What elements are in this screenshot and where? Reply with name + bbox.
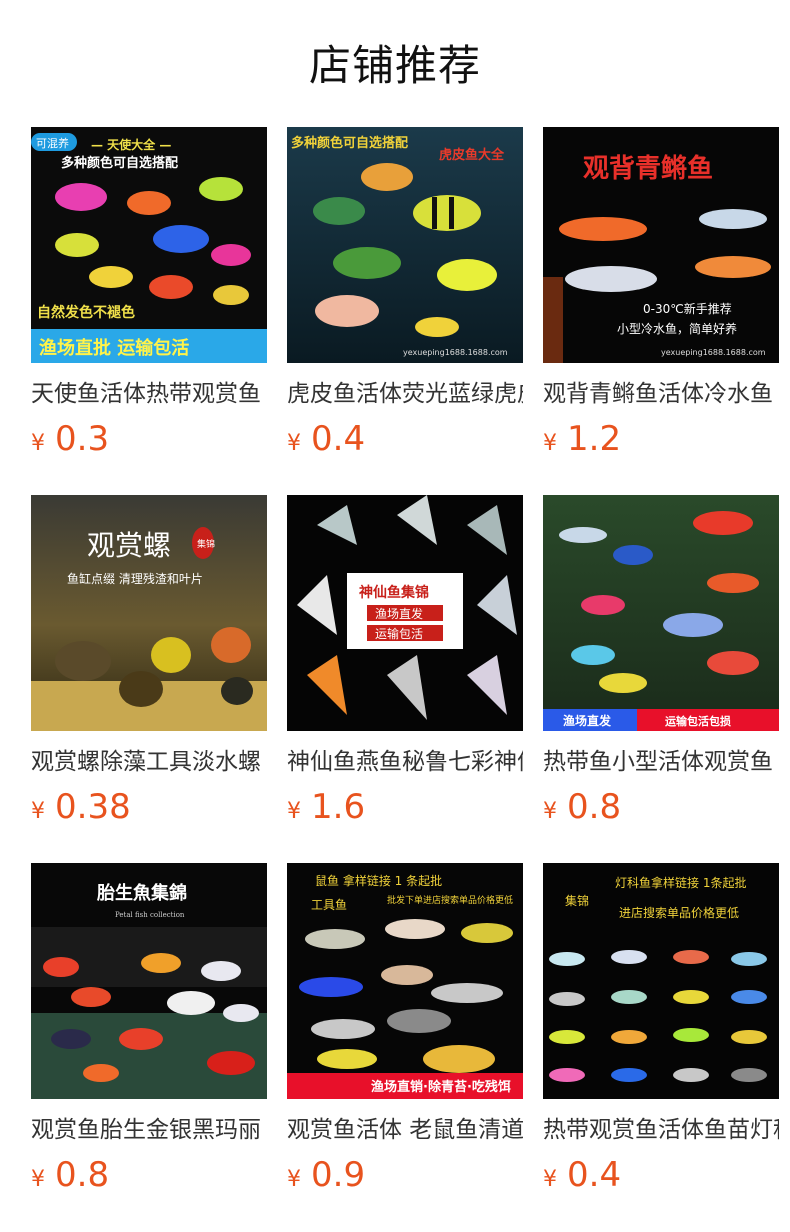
price-value: 0.9 <box>311 1155 366 1195</box>
currency-symbol: ¥ <box>287 1167 301 1192</box>
product-card[interactable]: 胎生魚集錦 Petal fish collection 观赏鱼胎生金银黑玛丽 ¥… <box>31 863 267 1231</box>
product-name[interactable]: 观赏螺除藻工具淡水螺 <box>31 745 267 779</box>
product-price: ¥1.2 <box>543 417 779 461</box>
svg-text:yexueping1688.1688.com: yexueping1688.1688.com <box>661 348 766 357</box>
product-image-graphic: 观背青鳉鱼 0-30℃新手推荐 小型冷水鱼，简单好养 yexueping1688… <box>543 127 779 363</box>
svg-text:神仙鱼集锦: 神仙鱼集锦 <box>359 584 429 601</box>
currency-symbol: ¥ <box>543 799 557 824</box>
svg-text:集锦: 集锦 <box>565 893 589 908</box>
product-image[interactable]: 渔场直发 运输包活包损 <box>543 495 779 731</box>
product-card[interactable]: 神仙鱼集锦 渔场直发 运输包活 神仙鱼燕鱼秘鲁七彩神仙 ¥1.6 <box>287 495 523 863</box>
product-price: ¥0.8 <box>543 785 779 829</box>
product-image-graphic: 神仙鱼集锦 渔场直发 运输包活 <box>287 495 523 731</box>
product-name[interactable]: 热带观赏鱼活体鱼苗灯科 <box>543 1113 779 1147</box>
price-value: 1.6 <box>311 787 366 827</box>
price-value: 0.3 <box>55 419 110 459</box>
svg-text:集锦: 集锦 <box>197 538 215 550</box>
product-name[interactable]: 观背青鳉鱼活体冷水鱼 <box>543 377 779 411</box>
price-value: 0.8 <box>567 787 622 827</box>
product-card[interactable]: 可混养 — 天使大全 — 多种颜色可自选搭配 自然发色不褪色 渔场直批 运输包活 <box>31 127 267 495</box>
svg-text:yexueping1688.1688.com: yexueping1688.1688.com <box>403 348 508 357</box>
product-card[interactable]: 观背青鳉鱼 0-30℃新手推荐 小型冷水鱼，简单好养 yexueping1688… <box>543 127 779 495</box>
product-card[interactable]: 灯科鱼拿样链接 1条起批 集锦 进店搜索单品价格更低 热带观赏鱼活体鱼苗灯科 ¥… <box>543 863 779 1231</box>
price-value: 1.2 <box>567 419 622 459</box>
product-image-graphic: 鼠鱼 拿样链接 1 条起批 批发下单进店搜索单品价格更低 工具鱼 渔场直销·除青… <box>287 863 523 1099</box>
svg-text:进店搜索单品价格更低: 进店搜索单品价格更低 <box>619 905 739 920</box>
svg-text:胎生魚集錦: 胎生魚集錦 <box>97 882 187 904</box>
price-value: 0.8 <box>55 1155 110 1195</box>
svg-text:批发下单进店搜索单品价格更低: 批发下单进店搜索单品价格更低 <box>387 894 513 906</box>
svg-text:观背青鳉鱼: 观背青鳉鱼 <box>583 153 713 184</box>
svg-text:小型冷水鱼，简单好养: 小型冷水鱼，简单好养 <box>617 321 737 336</box>
price-value: 0.4 <box>311 419 366 459</box>
product-image[interactable]: 灯科鱼拿样链接 1条起批 集锦 进店搜索单品价格更低 <box>543 863 779 1099</box>
svg-text:运输包活包损: 运输包活包损 <box>665 714 731 728</box>
product-name[interactable]: 观赏鱼胎生金银黑玛丽 <box>31 1113 267 1147</box>
page-title: 店铺推荐 <box>308 41 481 90</box>
svg-text:渔场直发: 渔场直发 <box>375 606 423 621</box>
product-image[interactable]: 观赏螺 集锦 鱼缸点缀 清理残渣和叶片 <box>31 495 267 731</box>
product-image-graphic: 灯科鱼拿样链接 1条起批 集锦 进店搜索单品价格更低 <box>543 863 779 1099</box>
price-value: 0.4 <box>567 1155 622 1195</box>
svg-text:可混养: 可混养 <box>36 136 69 150</box>
svg-text:多种颜色可自选搭配: 多种颜色可自选搭配 <box>61 155 178 171</box>
product-card[interactable]: 多种颜色可自选搭配 虎皮鱼大全 yexueping1688.1688.com 虎… <box>287 127 523 495</box>
price-value: 0.38 <box>55 787 131 827</box>
currency-symbol: ¥ <box>31 431 45 456</box>
product-image-graphic: 可混养 — 天使大全 — 多种颜色可自选搭配 自然发色不褪色 渔场直批 运输包活 <box>31 127 267 363</box>
svg-text:0-30℃新手推荐: 0-30℃新手推荐 <box>643 301 732 316</box>
product-image[interactable]: 鼠鱼 拿样链接 1 条起批 批发下单进店搜索单品价格更低 工具鱼 渔场直销·除青… <box>287 863 523 1099</box>
product-grid: 可混养 — 天使大全 — 多种颜色可自选搭配 自然发色不褪色 渔场直批 运输包活 <box>31 127 779 1231</box>
svg-text:工具鱼: 工具鱼 <box>311 898 347 912</box>
svg-text:渔场直发: 渔场直发 <box>563 713 612 728</box>
product-price: ¥0.4 <box>543 1153 779 1197</box>
product-image[interactable]: 观背青鳉鱼 0-30℃新手推荐 小型冷水鱼，简单好养 yexueping1688… <box>543 127 779 363</box>
product-price: ¥0.38 <box>31 785 267 829</box>
product-card[interactable]: 观赏螺 集锦 鱼缸点缀 清理残渣和叶片 观赏螺除藻工具淡水螺 ¥0.38 <box>31 495 267 863</box>
svg-text:虎皮鱼大全: 虎皮鱼大全 <box>439 147 505 163</box>
product-name[interactable]: 神仙鱼燕鱼秘鲁七彩神仙 <box>287 745 523 779</box>
currency-symbol: ¥ <box>543 1167 557 1192</box>
product-name[interactable]: 天使鱼活体热带观赏鱼 <box>31 377 267 411</box>
currency-symbol: ¥ <box>543 431 557 456</box>
product-image-graphic: 观赏螺 集锦 鱼缸点缀 清理残渣和叶片 <box>31 495 267 731</box>
product-image[interactable]: 多种颜色可自选搭配 虎皮鱼大全 yexueping1688.1688.com <box>287 127 523 363</box>
product-name[interactable]: 观赏鱼活体 老鼠鱼清道夫 <box>287 1113 523 1147</box>
product-card[interactable]: 鼠鱼 拿样链接 1 条起批 批发下单进店搜索单品价格更低 工具鱼 渔场直销·除青… <box>287 863 523 1231</box>
product-image[interactable]: 神仙鱼集锦 渔场直发 运输包活 <box>287 495 523 731</box>
product-price: ¥0.3 <box>31 417 267 461</box>
svg-text:鼠鱼 拿样链接 1 条起批: 鼠鱼 拿样链接 1 条起批 <box>315 873 442 888</box>
product-price: ¥0.4 <box>287 417 523 461</box>
product-price: ¥0.9 <box>287 1153 523 1197</box>
svg-text:— 天使大全 —: — 天使大全 — <box>91 137 171 152</box>
product-price: ¥1.6 <box>287 785 523 829</box>
product-name[interactable]: 虎皮鱼活体荧光蓝绿虎皮 <box>287 377 523 411</box>
currency-symbol: ¥ <box>287 799 301 824</box>
product-price: ¥0.8 <box>31 1153 267 1197</box>
product-image[interactable]: 可混养 — 天使大全 — 多种颜色可自选搭配 自然发色不褪色 渔场直批 运输包活 <box>31 127 267 363</box>
shop-recommend-page: 店铺推荐 可混养 — 天使大全 — 多种颜色可自选搭配 自然发色不褪色 渔场直批… <box>0 0 790 1232</box>
svg-text:鱼缸点缀 清理残渣和叶片: 鱼缸点缀 清理残渣和叶片 <box>67 571 203 586</box>
product-image[interactable]: 胎生魚集錦 Petal fish collection <box>31 863 267 1099</box>
currency-symbol: ¥ <box>31 799 45 824</box>
svg-text:灯科鱼拿样链接 1条起批: 灯科鱼拿样链接 1条起批 <box>615 875 746 890</box>
product-image-graphic: 胎生魚集錦 Petal fish collection <box>31 863 267 1099</box>
currency-symbol: ¥ <box>287 431 301 456</box>
currency-symbol: ¥ <box>31 1167 45 1192</box>
svg-text:Petal fish collection: Petal fish collection <box>115 911 185 919</box>
product-name[interactable]: 热带鱼小型活体观赏鱼 <box>543 745 779 779</box>
product-image-graphic: 渔场直发 运输包活包损 <box>543 495 779 731</box>
svg-text:自然发色不褪色: 自然发色不褪色 <box>37 304 135 321</box>
product-image-graphic: 多种颜色可自选搭配 虎皮鱼大全 yexueping1688.1688.com <box>287 127 523 363</box>
svg-text:渔场直批 运输包活: 渔场直批 运输包活 <box>39 337 189 359</box>
svg-text:渔场直销·除青苔·吃残饵: 渔场直销·除青苔·吃残饵 <box>371 1079 511 1095</box>
svg-text:观赏螺: 观赏螺 <box>87 529 171 562</box>
svg-text:多种颜色可自选搭配: 多种颜色可自选搭配 <box>291 135 408 151</box>
product-card[interactable]: 渔场直发 运输包活包损 热带鱼小型活体观赏鱼 ¥0.8 <box>543 495 779 863</box>
svg-text:运输包活: 运输包活 <box>375 626 423 641</box>
